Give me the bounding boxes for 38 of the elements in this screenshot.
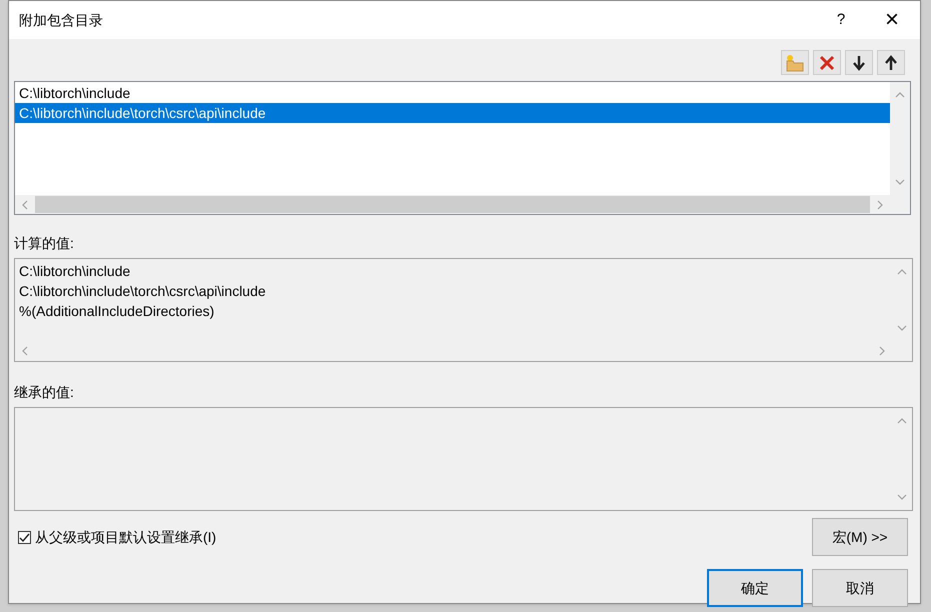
- scroll-down-icon[interactable]: [895, 177, 905, 187]
- check-icon: [19, 532, 30, 542]
- scroll-down-icon[interactable]: [897, 492, 907, 502]
- ok-button[interactable]: 确定: [707, 569, 803, 607]
- scrollbar-thumb[interactable]: [35, 196, 870, 213]
- scroll-up-icon[interactable]: [895, 90, 905, 100]
- macros-button[interactable]: 宏(M) >>: [812, 518, 908, 556]
- checkbox[interactable]: [18, 530, 31, 544]
- directory-item[interactable]: C:\libtorch\include\torch\csrc\api\include: [15, 103, 890, 123]
- inherit-checkbox[interactable]: 从父级或项目默认设置继承(I): [18, 526, 216, 548]
- arrow-down-icon: [853, 54, 865, 70]
- delete-button[interactable]: [813, 50, 841, 75]
- move-down-button[interactable]: [845, 50, 873, 75]
- scroll-up-icon[interactable]: [897, 267, 907, 277]
- move-up-button[interactable]: [877, 50, 905, 75]
- scroll-right-icon[interactable]: [875, 200, 885, 210]
- window-title: 附加包含目录: [19, 10, 104, 30]
- vertical-scrollbar[interactable]: [890, 82, 910, 195]
- computed-value: C:\libtorch\include: [19, 262, 132, 281]
- horizontal-scrollbar[interactable]: [15, 195, 910, 214]
- cross-icon: [819, 54, 835, 70]
- inherited-label: 继承的值:: [14, 383, 75, 402]
- new-folder-button[interactable]: [781, 50, 809, 75]
- cancel-button[interactable]: 取消: [812, 569, 908, 607]
- folder-icon: [785, 54, 805, 72]
- computed-value: %(AdditionalIncludeDirectories): [19, 302, 216, 321]
- scroll-left-icon[interactable]: [20, 346, 30, 356]
- arrow-up-icon: [885, 54, 897, 70]
- scroll-left-icon[interactable]: [20, 200, 30, 210]
- close-button[interactable]: ×: [864, 1, 920, 39]
- scroll-right-icon[interactable]: [877, 346, 887, 356]
- help-button[interactable]: ?: [818, 1, 864, 39]
- computed-value: C:\libtorch\include\torch\csrc\api\include: [19, 282, 267, 301]
- computed-label: 计算的值:: [14, 234, 75, 253]
- checkbox-label: 从父级或项目默认设置继承(I): [35, 528, 216, 547]
- scroll-down-icon[interactable]: [897, 323, 907, 333]
- scroll-up-icon[interactable]: [897, 416, 907, 426]
- directory-item[interactable]: C:\libtorch\include: [15, 83, 890, 103]
